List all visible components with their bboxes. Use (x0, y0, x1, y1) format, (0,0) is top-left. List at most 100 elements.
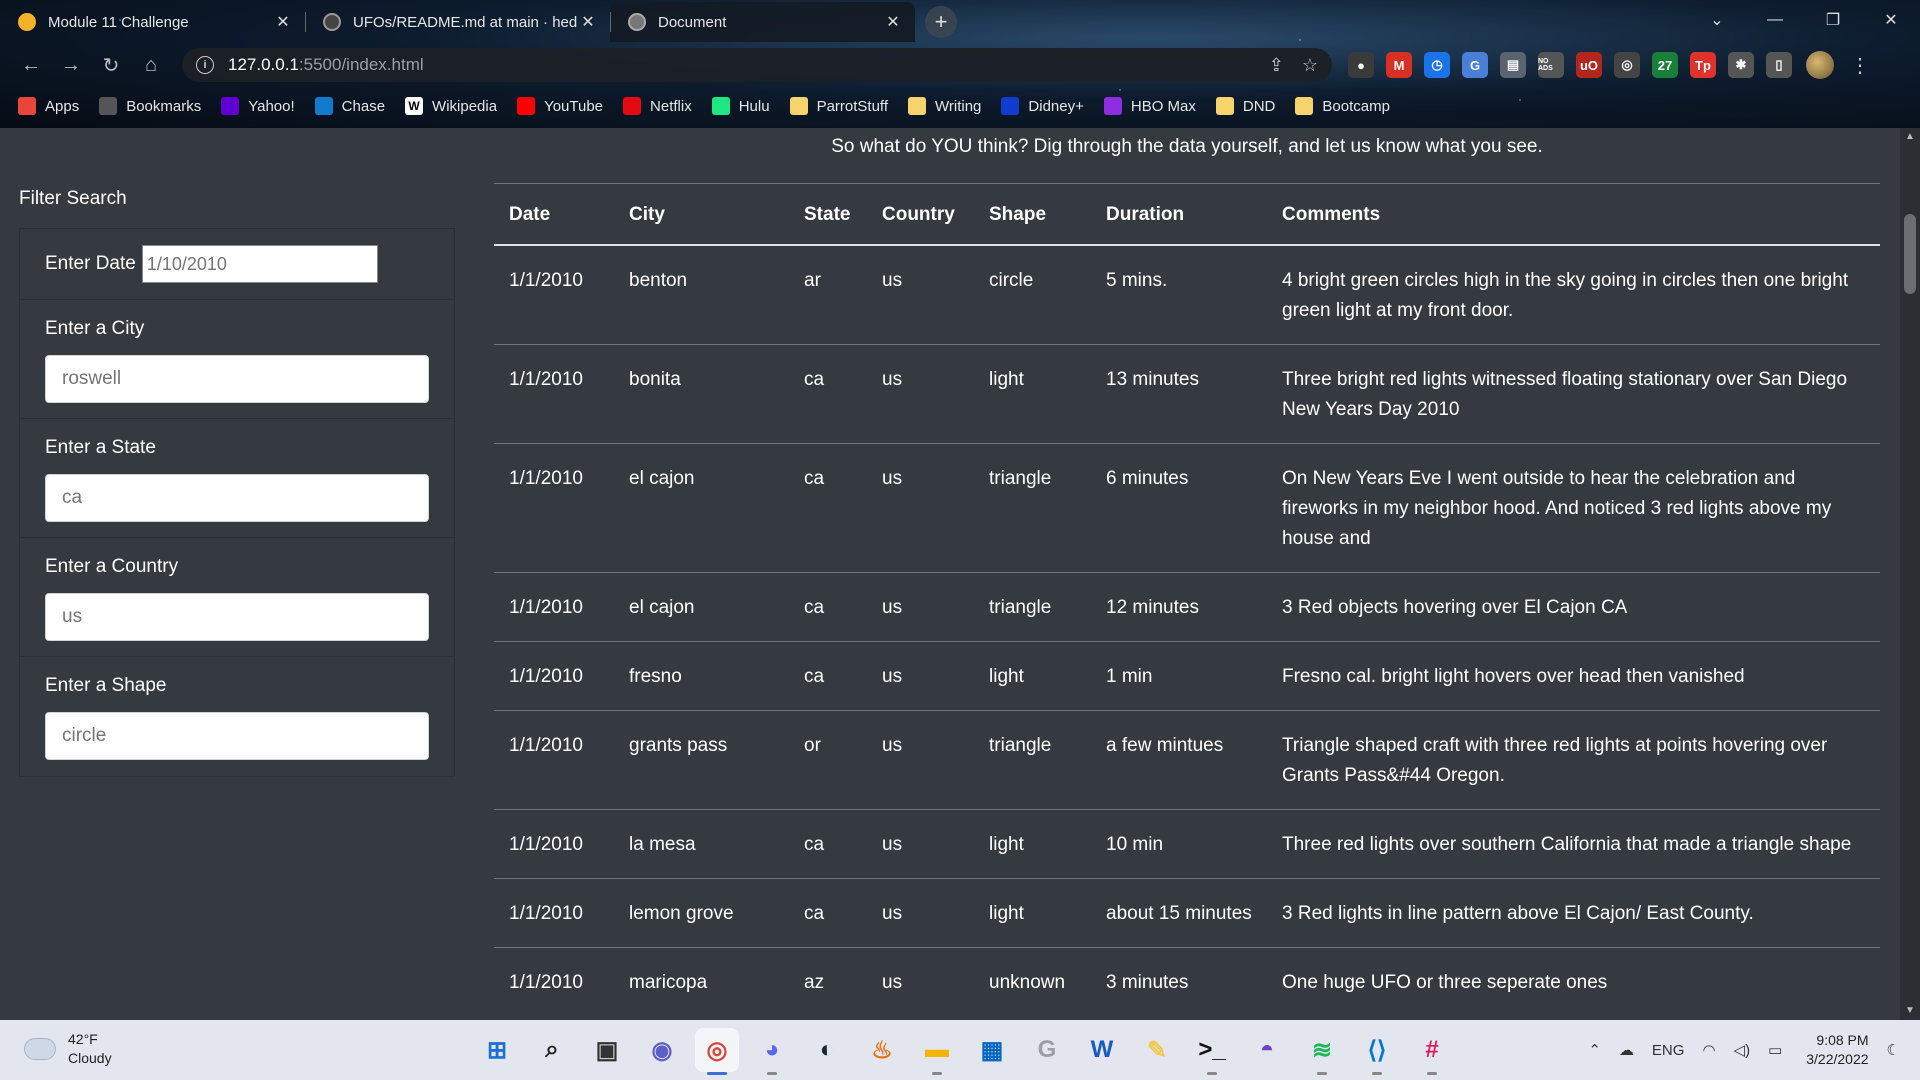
page-scrollbar[interactable]: ▲ ▼ (1900, 128, 1920, 1020)
extension-icon[interactable]: 27 (1652, 52, 1678, 78)
cell-date: 1/1/2010 (494, 878, 615, 948)
minimize-button[interactable]: — (1746, 0, 1804, 40)
notifications-moon-icon[interactable]: ☾ (1887, 1041, 1900, 1059)
volume-icon[interactable]: ◁) (1734, 1041, 1751, 1059)
country-input[interactable] (45, 593, 429, 641)
menu-kebab-icon[interactable]: ⋮ (1850, 53, 1870, 78)
extension-icon[interactable]: NO ADS (1538, 52, 1564, 78)
cell-duration: 5 mins. (1092, 244, 1268, 345)
tab-module-11-challenge[interactable]: Module 11 Challenge ✕ (0, 2, 305, 42)
tab-search-chevron-icon[interactable]: ⌄ (1688, 0, 1746, 40)
header-country: Country (868, 183, 975, 246)
bookmark-bootcamp[interactable]: Bootcamp (1295, 97, 1390, 115)
teams-chat-icon[interactable]: ◉ (640, 1028, 684, 1072)
vscode-icon[interactable]: ⟨⟩ (1355, 1028, 1399, 1075)
cell-state: or (790, 710, 868, 810)
bookmark-youtube[interactable]: YouTube (517, 97, 603, 115)
clock[interactable]: 9:08 PM 3/22/2022 (1806, 1031, 1868, 1069)
bookmark-hulu[interactable]: Hulu (711, 97, 770, 115)
chevron-up-icon[interactable]: ⌃ (1588, 1041, 1601, 1059)
tab-close-icon[interactable]: ✕ (273, 12, 293, 32)
state-label: Enter a State (45, 437, 156, 458)
scrollbar-thumb[interactable] (1904, 214, 1916, 294)
app-g-icon[interactable]: G (1025, 1028, 1069, 1072)
bookmark-apps[interactable]: Apps (18, 97, 79, 115)
cell-state: ca (790, 344, 868, 444)
share-icon[interactable]: ⇪ (1269, 55, 1284, 76)
terminal-icon[interactable]: >_ (1190, 1028, 1234, 1075)
close-window-button[interactable]: ✕ (1862, 0, 1920, 40)
table-row: 1/1/2010 la mesa ca us light 10 min Three red … (494, 809, 1880, 879)
header-state: State (790, 183, 868, 246)
discord-icon[interactable]: ◕ (750, 1028, 794, 1075)
bookmark-yahoo-[interactable]: Yahoo! (221, 97, 295, 115)
scroll-down-icon[interactable]: ▼ (1900, 1002, 1920, 1020)
date-input[interactable] (141, 245, 378, 283)
shape-input[interactable] (45, 712, 429, 760)
language-indicator[interactable]: ENG (1652, 1042, 1685, 1059)
tab-document[interactable]: Document ✕ (610, 2, 915, 42)
bookmark-netflix[interactable]: Netflix (623, 97, 692, 115)
bookmark-chase[interactable]: Chase (314, 97, 385, 115)
wifi-icon[interactable]: ◠ (1702, 1041, 1715, 1059)
weather-widget[interactable]: 42°F Cloudy (24, 1030, 112, 1068)
app-feather-icon[interactable]: ✎ (1135, 1028, 1179, 1072)
bookmark-didney-[interactable]: Didney+ (1001, 97, 1084, 115)
onedrive-cloud-icon[interactable]: ☁ (1619, 1041, 1634, 1059)
task-view-icon[interactable]: ▣ (585, 1028, 629, 1072)
reload-icon[interactable]: ↻ (94, 48, 128, 82)
tab-close-icon[interactable]: ✕ (883, 12, 903, 32)
cell-comments: 3 Red lights in line pattern above El Ca… (1268, 878, 1880, 948)
bookmark-parrotstuff[interactable]: ParrotStuff (789, 97, 888, 115)
filter-country: Enter a Country (20, 538, 454, 657)
word-icon[interactable]: W (1080, 1028, 1124, 1072)
extension-icon[interactable]: uO (1576, 52, 1602, 78)
bookmark-wikipedia[interactable]: W Wikipedia (405, 97, 497, 115)
state-input[interactable] (45, 474, 429, 522)
city-input[interactable] (45, 355, 429, 403)
bookmark-label: Yahoo! (248, 97, 295, 115)
bookmark-writing[interactable]: Writing (908, 97, 981, 115)
extension-icon[interactable]: ▤ (1500, 52, 1526, 78)
start-icon[interactable]: ⊞ (475, 1028, 519, 1072)
home-icon[interactable]: ⌂ (134, 48, 168, 82)
back-arrow-icon[interactable]: ← (14, 48, 48, 82)
new-tab-button[interactable]: + (925, 6, 957, 38)
extension-icon[interactable]: ✱ (1728, 52, 1754, 78)
file-explorer-icon[interactable]: ▬ (915, 1028, 959, 1075)
extension-icon[interactable]: ▯ (1766, 52, 1792, 78)
steam-icon[interactable]: ◐ (805, 1028, 849, 1072)
scroll-up-icon[interactable]: ▲ (1900, 128, 1920, 146)
tab-strip: Module 11 Challenge ✕ UFOs/README.md at … (0, 0, 1920, 42)
extension-icon[interactable]: ◎ (1614, 52, 1640, 78)
extension-icon[interactable]: ◷ (1424, 52, 1450, 78)
bookmark-hbo-max[interactable]: HBO Max (1103, 97, 1196, 115)
address-bar[interactable]: i 127.0.0.1:5500/index.html ⇪ ☆ (182, 48, 1332, 82)
extension-icon[interactable]: M (1386, 52, 1412, 78)
spotify-icon[interactable]: ≋ (1300, 1028, 1344, 1075)
bookmark-dnd[interactable]: DND (1215, 97, 1275, 115)
chrome-icon[interactable]: ◎ (695, 1028, 739, 1075)
tab-close-icon[interactable]: ✕ (578, 12, 598, 32)
cell-shape: triangle (975, 443, 1092, 573)
app-flame-icon[interactable]: ♨ (860, 1028, 904, 1072)
forward-arrow-icon[interactable]: → (54, 48, 88, 82)
bookmark-label: Apps (45, 97, 80, 115)
cell-country: us (868, 878, 975, 948)
github-desktop-icon[interactable]: ◓ (1245, 1028, 1289, 1072)
profile-avatar[interactable] (1806, 51, 1834, 79)
search-icon[interactable]: ⌕ (530, 1028, 574, 1072)
extension-icon[interactable]: ● (1348, 52, 1374, 78)
bookmark-star-icon[interactable]: ☆ (1302, 55, 1318, 76)
site-info-icon[interactable]: i (196, 56, 214, 74)
battery-icon[interactable]: ▭ (1768, 1041, 1782, 1059)
extension-icon[interactable]: Tp (1690, 52, 1716, 78)
store-icon[interactable]: ▦ (970, 1028, 1014, 1072)
bookmark-bookmarks[interactable]: Bookmarks (99, 97, 201, 115)
slack-icon[interactable]: # (1410, 1028, 1454, 1075)
clock-time: 9:08 PM (1816, 1032, 1869, 1048)
tab-github-readme[interactable]: UFOs/README.md at main · hed ✕ (305, 2, 610, 42)
restore-button[interactable]: ❐ (1804, 0, 1862, 40)
bookmark-label: ParrotStuff (816, 97, 888, 115)
extension-icon[interactable]: G (1462, 52, 1488, 78)
